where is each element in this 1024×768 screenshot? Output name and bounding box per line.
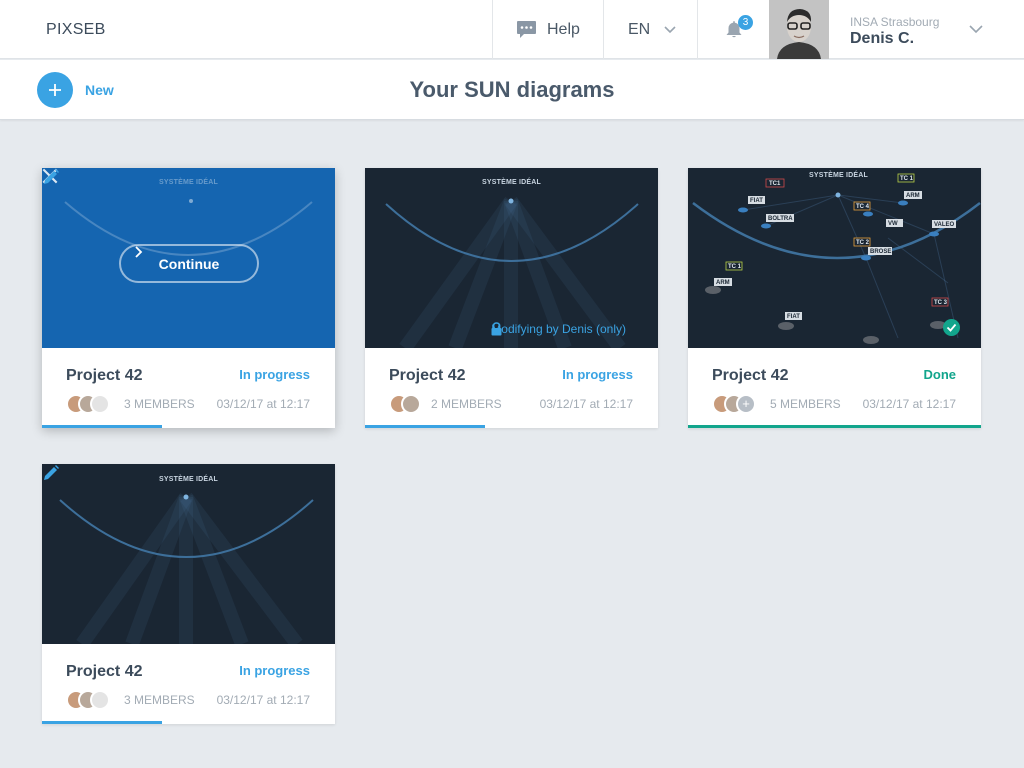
map-tag: TC 2 bbox=[856, 240, 870, 246]
member-avatars bbox=[389, 394, 421, 414]
lock-status: Modifying by Denis (only) bbox=[491, 322, 636, 336]
pencil-icon[interactable] bbox=[42, 168, 60, 186]
map-tag: FIAT bbox=[787, 314, 800, 320]
member-count: 3 MEMBERS bbox=[124, 693, 195, 707]
avatar bbox=[90, 690, 110, 710]
card-date: 03/12/17 at 12:17 bbox=[862, 397, 956, 411]
card-title: Project 42 bbox=[66, 663, 143, 680]
language-selector[interactable]: EN bbox=[603, 0, 697, 59]
diagram-card[interactable]: TC1 FIAT BOLTRA TC 1 ARM VW VALEO TC 4 T… bbox=[688, 168, 981, 428]
language-label: EN bbox=[628, 20, 651, 38]
diagram-thumbnail[interactable]: SYSTÈME IDÉAL Modifying by Denis (only) bbox=[365, 168, 658, 348]
diagram-card[interactable]: SYSTÈME IDÉAL Continue Project 42 In pro… bbox=[42, 168, 335, 428]
pencil-icon[interactable] bbox=[42, 464, 60, 482]
app-logo[interactable]: PIXSEB bbox=[46, 21, 106, 39]
notification-count-badge: 3 bbox=[738, 15, 753, 30]
card-footer: Project 42 In progress 3 MEMBERS 03/12/1… bbox=[42, 644, 335, 724]
diagram-card[interactable]: SYSTÈME IDÉAL Project 42 In progress 3 M… bbox=[42, 464, 335, 724]
card-footer: Project 42 In progress 2 MEMBERS 03/12/1… bbox=[365, 348, 658, 428]
card-date: 03/12/17 at 12:17 bbox=[216, 693, 310, 707]
map-tag: BROSE bbox=[870, 249, 891, 255]
map-tag: TC 4 bbox=[856, 204, 870, 210]
member-avatars: + bbox=[712, 394, 756, 414]
diagram-thumbnail[interactable]: SYSTÈME IDÉAL bbox=[42, 464, 335, 644]
continue-button[interactable]: Continue bbox=[119, 244, 259, 283]
card-date: 03/12/17 at 12:17 bbox=[216, 397, 310, 411]
ideal-system-label: SYSTÈME IDÉAL bbox=[159, 179, 218, 186]
chevron-down-icon bbox=[664, 25, 676, 33]
map-tag: VALEO bbox=[934, 222, 955, 228]
lock-status-text: Modifying by Denis (only) bbox=[491, 322, 626, 336]
user-organization: INSA Strasbourg bbox=[850, 15, 940, 29]
progress-bar bbox=[42, 721, 163, 724]
sub-header: New Your SUN diagrams bbox=[0, 60, 1024, 120]
ideal-system-label: SYSTÈME IDÉAL bbox=[482, 179, 541, 186]
card-title: Project 42 bbox=[66, 367, 143, 384]
map-tag: FIAT bbox=[750, 198, 763, 204]
avatar bbox=[401, 394, 421, 414]
member-count: 2 MEMBERS bbox=[431, 397, 502, 411]
progress-bar bbox=[365, 425, 486, 428]
member-avatars bbox=[66, 690, 110, 710]
card-date: 03/12/17 at 12:17 bbox=[539, 397, 633, 411]
sun-diagram-preview: TC1 FIAT BOLTRA TC 1 ARM VW VALEO TC 4 T… bbox=[692, 173, 981, 344]
progress-bar bbox=[42, 425, 163, 428]
map-tag: TC1 bbox=[769, 181, 781, 187]
diagram-card[interactable]: SYSTÈME IDÉAL Modifying by Denis (only) … bbox=[365, 168, 658, 428]
chevron-down-icon[interactable] bbox=[969, 25, 983, 34]
map-tag: TC 1 bbox=[728, 264, 742, 270]
member-count: 5 MEMBERS bbox=[770, 397, 841, 411]
card-title: Project 42 bbox=[712, 367, 789, 384]
chat-bubble-icon bbox=[517, 21, 536, 38]
member-count: 3 MEMBERS bbox=[124, 397, 195, 411]
status-badge: In progress bbox=[562, 367, 633, 382]
map-tag: VW bbox=[888, 221, 898, 227]
sun-diagram-preview bbox=[385, 196, 639, 348]
diagram-thumbnail[interactable]: TC1 FIAT BOLTRA TC 1 ARM VW VALEO TC 4 T… bbox=[688, 168, 981, 348]
card-footer: Project 42 In progress 3 MEMBERS 03/12/1… bbox=[42, 348, 335, 428]
help-button[interactable]: Help bbox=[492, 0, 603, 59]
lock-icon bbox=[491, 322, 502, 336]
user-name: Denis C. bbox=[850, 30, 915, 47]
avatar bbox=[90, 394, 110, 414]
chevron-right-icon bbox=[135, 246, 143, 258]
diagram-thumbnail[interactable]: SYSTÈME IDÉAL Continue bbox=[42, 168, 335, 348]
card-footer: Project 42 Done + 5 MEMBERS 03/12/17 at … bbox=[688, 348, 981, 428]
ideal-system-label: SYSTÈME IDÉAL bbox=[809, 172, 868, 179]
check-circle-icon bbox=[943, 319, 960, 336]
status-badge: In progress bbox=[239, 663, 310, 678]
user-avatar[interactable] bbox=[769, 0, 829, 59]
map-tag: ARM bbox=[906, 193, 920, 199]
continue-label: Continue bbox=[158, 255, 220, 272]
card-title: Project 42 bbox=[389, 367, 466, 384]
ideal-system-label: SYSTÈME IDÉAL bbox=[159, 476, 218, 483]
page-title: Your SUN diagrams bbox=[409, 77, 615, 102]
notifications-button[interactable]: 3 bbox=[697, 0, 769, 59]
progress-bar bbox=[688, 425, 981, 428]
map-tag: BOLTRA bbox=[768, 216, 793, 222]
status-badge: In progress bbox=[239, 367, 310, 382]
user-info[interactable]: INSA Strasbourg Denis C. bbox=[850, 15, 939, 48]
status-badge: Done bbox=[923, 367, 957, 382]
top-bar: PIXSEB Help EN 3 INSA Strasbourg Denis C… bbox=[0, 0, 1024, 59]
user-photo-icon bbox=[769, 0, 829, 59]
map-tag: ARM bbox=[716, 280, 730, 286]
member-avatars bbox=[66, 394, 110, 414]
more-members-icon[interactable]: + bbox=[736, 394, 756, 414]
map-tag: TC 3 bbox=[934, 300, 948, 306]
help-label: Help bbox=[547, 20, 580, 38]
sun-diagram-preview bbox=[59, 492, 314, 644]
